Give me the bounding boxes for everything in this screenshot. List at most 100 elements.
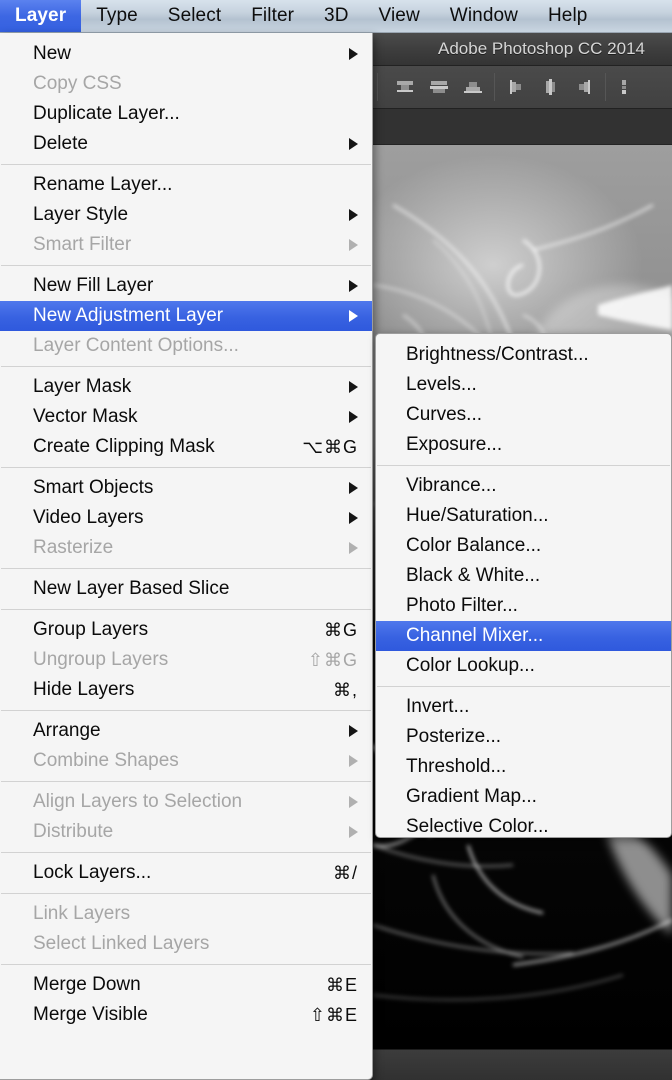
menu-item-label: Layer Style — [33, 204, 129, 225]
menubar-item-type[interactable]: Type — [81, 0, 153, 32]
submenu-arrow-icon — [349, 725, 358, 737]
align-vertical-centers-icon[interactable] — [422, 72, 456, 102]
menu-item-label: Layer Mask — [33, 376, 132, 397]
menu-item-label: New — [33, 43, 72, 64]
menu-separator — [1, 710, 371, 711]
menu-item-color-lookup[interactable]: Color Lookup... — [376, 651, 671, 681]
menu-item-label: Vector Mask — [33, 406, 138, 427]
menu-item-label: Gradient Map... — [406, 786, 537, 807]
submenu-arrow-icon — [349, 411, 358, 423]
menu-separator — [377, 465, 670, 466]
menu-item-group-layers[interactable]: Group Layers ⌘G — [0, 615, 372, 645]
menu-item-label: Threshold... — [406, 756, 507, 777]
menu-item-selective-color[interactable]: Selective Color... — [376, 812, 671, 837]
menu-separator — [1, 893, 371, 894]
align-horizontal-centers-icon[interactable] — [533, 72, 567, 102]
menu-item-video-layers[interactable]: Video Layers — [0, 503, 372, 533]
menu-item-vector-mask[interactable]: Vector Mask — [0, 402, 372, 432]
menu-separator — [1, 568, 371, 569]
submenu-arrow-icon — [349, 48, 358, 60]
menu-item-curves[interactable]: Curves... — [376, 400, 671, 430]
menu-item-label: Combine Shapes — [33, 750, 179, 771]
menu-item-ungroup-layers: Ungroup Layers ⇧⌘G — [0, 645, 372, 675]
menu-item-label: Distribute — [33, 821, 114, 842]
menu-item-shortcut: ⌘/ — [332, 862, 358, 883]
menu-item-lock-layers[interactable]: Lock Layers... ⌘/ — [0, 858, 372, 888]
menubar-item-layer[interactable]: Layer — [0, 0, 82, 32]
menu-separator — [1, 781, 371, 782]
menubar-item-view[interactable]: View — [364, 0, 435, 32]
menu-item-new-fill-layer[interactable]: New Fill Layer — [0, 271, 372, 301]
submenu-arrow-icon — [349, 542, 358, 554]
menu-item-layer-content-options: Layer Content Options... — [0, 331, 372, 361]
menu-item-hide-layers[interactable]: Hide Layers ⌘, — [0, 675, 372, 705]
align-top-edges-icon[interactable] — [388, 72, 422, 102]
submenu-arrow-icon — [349, 482, 358, 494]
menubar-item-label: View — [378, 5, 420, 26]
menubar-item-help[interactable]: Help — [533, 0, 602, 32]
align-right-edges-icon[interactable] — [567, 72, 601, 102]
menu-item-label: Color Balance... — [406, 535, 542, 556]
menu-item-photo-filter[interactable]: Photo Filter... — [376, 591, 671, 621]
menu-item-brightness-contrast[interactable]: Brightness/Contrast... — [376, 340, 671, 370]
menu-item-new-layer-based-slice[interactable]: New Layer Based Slice — [0, 574, 372, 604]
menu-item-channel-mixer[interactable]: Channel Mixer... — [376, 621, 671, 651]
menu-item-rename-layer[interactable]: Rename Layer... — [0, 170, 372, 200]
menu-item-color-balance[interactable]: Color Balance... — [376, 531, 671, 561]
menu-item-layer-style[interactable]: Layer Style — [0, 200, 372, 230]
submenu-arrow-icon — [349, 310, 358, 322]
menu-item-shortcut: ⌘E — [325, 974, 358, 995]
menu-item-layer-mask[interactable]: Layer Mask — [0, 372, 372, 402]
submenu-arrow-icon — [349, 826, 358, 838]
menu-item-new[interactable]: New — [0, 39, 372, 69]
align-left-edges-icon[interactable] — [499, 72, 533, 102]
menu-item-arrange[interactable]: Arrange — [0, 716, 372, 746]
menu-item-label: Levels... — [406, 374, 477, 395]
menu-item-shortcut: ⌘, — [332, 679, 358, 700]
menu-item-threshold[interactable]: Threshold... — [376, 752, 671, 782]
menu-separator — [1, 467, 371, 468]
menu-item-hue-saturation[interactable]: Hue/Saturation... — [376, 501, 671, 531]
menu-item-smart-objects[interactable]: Smart Objects — [0, 473, 372, 503]
menu-item-exposure[interactable]: Exposure... — [376, 430, 671, 460]
menu-item-align-layers-to-selection: Align Layers to Selection — [0, 787, 372, 817]
new-adjustment-layer-submenu: Brightness/Contrast... Levels... Curves...… — [375, 333, 672, 838]
menu-item-vibrance[interactable]: Vibrance... — [376, 471, 671, 501]
submenu-arrow-icon — [349, 512, 358, 524]
menu-item-label: Smart Objects — [33, 477, 154, 498]
menu-item-invert[interactable]: Invert... — [376, 692, 671, 722]
menu-item-duplicate-layer[interactable]: Duplicate Layer... — [0, 99, 372, 129]
menu-item-black-white[interactable]: Black & White... — [376, 561, 671, 591]
menu-item-new-adjustment-layer[interactable]: New Adjustment Layer — [0, 301, 372, 331]
submenu-arrow-icon — [349, 280, 358, 292]
menu-item-copy-css: Copy CSS — [0, 69, 372, 99]
menu-item-label: Photo Filter... — [406, 595, 518, 616]
menu-item-label: New Fill Layer — [33, 275, 154, 296]
menu-item-label: Ungroup Layers — [33, 649, 169, 670]
align-bottom-edges-icon[interactable] — [456, 72, 490, 102]
menubar-item-label: 3D — [324, 5, 349, 26]
toolbar-divider — [494, 73, 495, 101]
distribute-top-edges-icon[interactable] — [610, 72, 644, 102]
submenu-arrow-icon — [349, 381, 358, 393]
menu-item-delete[interactable]: Delete — [0, 129, 372, 159]
menu-item-merge-down[interactable]: Merge Down ⌘E — [0, 970, 372, 1000]
menubar-item-window[interactable]: Window — [435, 0, 533, 32]
submenu-arrow-icon — [349, 138, 358, 150]
menu-item-levels[interactable]: Levels... — [376, 370, 671, 400]
menubar-item-3d[interactable]: 3D — [309, 0, 364, 32]
menubar-item-select[interactable]: Select — [153, 0, 236, 32]
menu-item-posterize[interactable]: Posterize... — [376, 722, 671, 752]
menu-item-label: New Adjustment Layer — [33, 305, 224, 326]
menu-item-label: Layer Content Options... — [33, 335, 239, 356]
menu-item-label: Copy CSS — [33, 73, 122, 94]
menu-item-label: Rasterize — [33, 537, 114, 558]
menu-item-gradient-map[interactable]: Gradient Map... — [376, 782, 671, 812]
menu-item-label: Channel Mixer... — [406, 625, 544, 646]
menu-item-create-clipping-mask[interactable]: Create Clipping Mask ⌥⌘G — [0, 432, 372, 462]
menu-item-shortcut: ⌥⌘G — [302, 436, 358, 457]
menu-item-merge-visible[interactable]: Merge Visible ⇧⌘E — [0, 1000, 372, 1030]
align-buttons-group — [382, 72, 650, 102]
menubar-item-filter[interactable]: Filter — [236, 0, 309, 32]
toolbar-divider — [377, 73, 378, 101]
